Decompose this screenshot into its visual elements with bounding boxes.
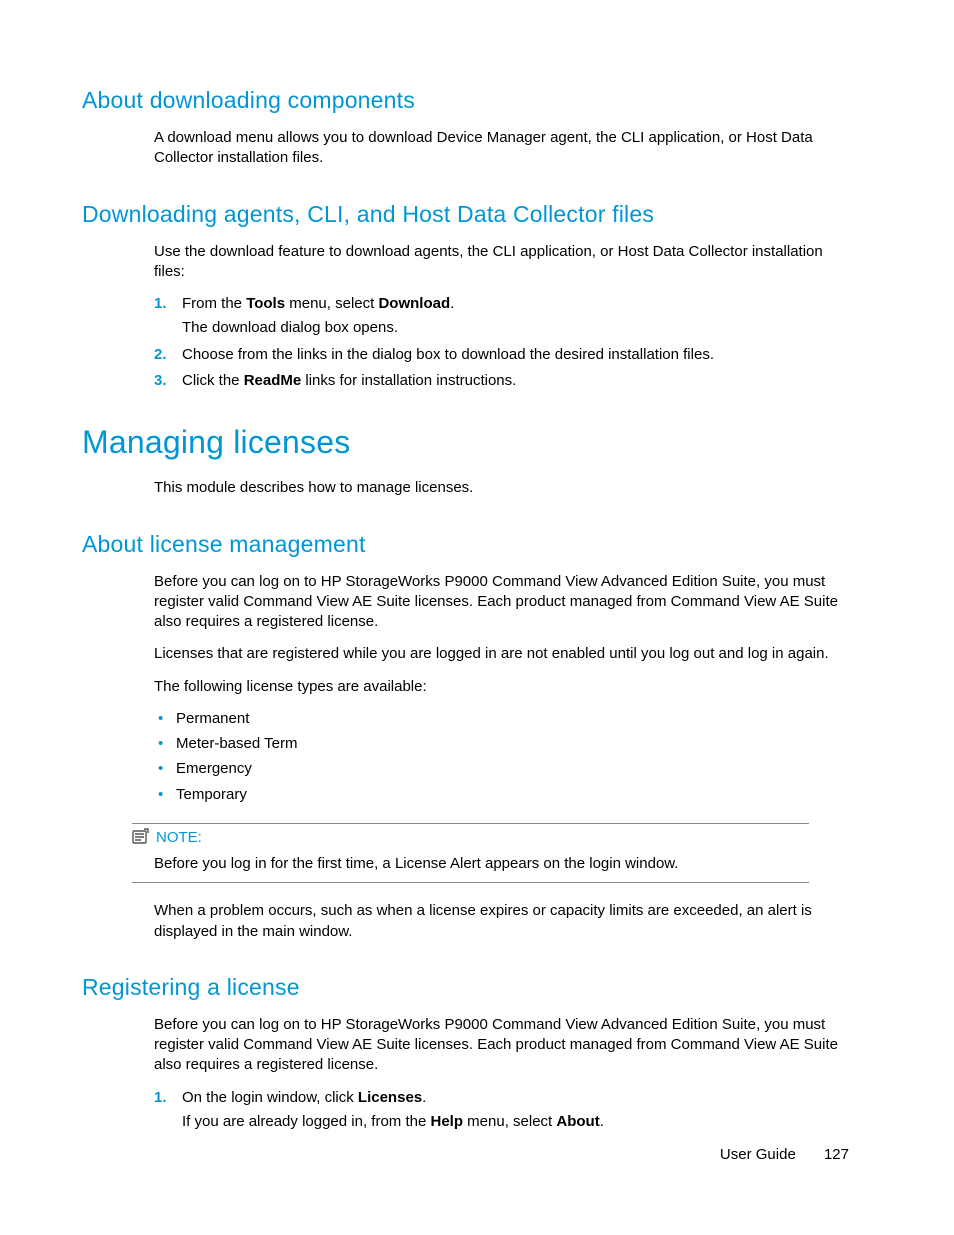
body-about-downloading: A download menu allows you to download D… bbox=[154, 128, 849, 169]
step-text: Click the ReadMe links for installation … bbox=[182, 372, 516, 389]
step-subtext: The download dialog box opens. bbox=[182, 318, 849, 338]
body-downloading-agents: Use the download feature to download age… bbox=[154, 242, 849, 392]
heading-managing-licenses: Managing licenses bbox=[82, 421, 849, 464]
paragraph: Before you can log on to HP StorageWorks… bbox=[154, 572, 849, 633]
list-item: Temporary bbox=[154, 785, 849, 805]
section-about-downloading: About downloading components A download … bbox=[82, 85, 849, 169]
note-icon bbox=[132, 828, 150, 848]
note-body: Before you log in for the first time, a … bbox=[154, 854, 809, 874]
list-item: Emergency bbox=[154, 759, 849, 779]
body-registering-license: Before you can log on to HP StorageWorks… bbox=[154, 1015, 849, 1132]
list-item: From the Tools menu, select Download. Th… bbox=[154, 294, 849, 339]
body-about-license-management: Before you can log on to HP StorageWorks… bbox=[154, 572, 849, 805]
step-text: On the login window, click Licenses. bbox=[182, 1089, 426, 1106]
note-label: NOTE: bbox=[156, 828, 202, 848]
bullet-list: Permanent Meter-based Term Emergency Tem… bbox=[154, 709, 849, 805]
list-item: Meter-based Term bbox=[154, 734, 849, 754]
heading-downloading-agents: Downloading agents, CLI, and Host Data C… bbox=[82, 199, 849, 230]
paragraph: Use the download feature to download age… bbox=[154, 242, 849, 283]
heading-about-license-management: About license management bbox=[82, 529, 849, 560]
list-item: Permanent bbox=[154, 709, 849, 729]
list-item: Click the ReadMe links for installation … bbox=[154, 371, 849, 391]
paragraph: A download menu allows you to download D… bbox=[154, 128, 849, 169]
page-footer: User Guide 127 bbox=[720, 1145, 849, 1165]
heading-registering-license: Registering a license bbox=[82, 972, 849, 1003]
footer-title: User Guide bbox=[720, 1146, 796, 1163]
paragraph: Before you can log on to HP StorageWorks… bbox=[154, 1015, 849, 1076]
page-number: 127 bbox=[824, 1146, 849, 1163]
paragraph: This module describes how to manage lice… bbox=[154, 478, 849, 498]
body-managing-licenses: This module describes how to manage lice… bbox=[154, 478, 849, 498]
list-item: Choose from the links in the dialog box … bbox=[154, 345, 849, 365]
heading-about-downloading: About downloading components bbox=[82, 85, 849, 116]
list-item: On the login window, click Licenses. If … bbox=[154, 1088, 849, 1133]
body-after-note: When a problem occurs, such as when a li… bbox=[154, 901, 849, 942]
note-rule-bottom bbox=[132, 882, 809, 883]
note-rule-top bbox=[132, 823, 809, 824]
section-downloading-agents: Downloading agents, CLI, and Host Data C… bbox=[82, 199, 849, 392]
section-about-license-management: About license management Before you can … bbox=[82, 529, 849, 942]
note-block: NOTE: Before you log in for the first ti… bbox=[132, 823, 809, 884]
ordered-list: From the Tools menu, select Download. Th… bbox=[154, 294, 849, 391]
paragraph: Licenses that are registered while you a… bbox=[154, 644, 849, 664]
ordered-list: On the login window, click Licenses. If … bbox=[154, 1088, 849, 1133]
note-header: NOTE: bbox=[132, 828, 809, 848]
step-subtext: If you are already logged in, from the H… bbox=[182, 1112, 849, 1132]
paragraph: The following license types are availabl… bbox=[154, 677, 849, 697]
section-registering-license: Registering a license Before you can log… bbox=[82, 972, 849, 1132]
step-text: From the Tools menu, select Download. bbox=[182, 295, 454, 312]
paragraph: When a problem occurs, such as when a li… bbox=[154, 901, 849, 942]
